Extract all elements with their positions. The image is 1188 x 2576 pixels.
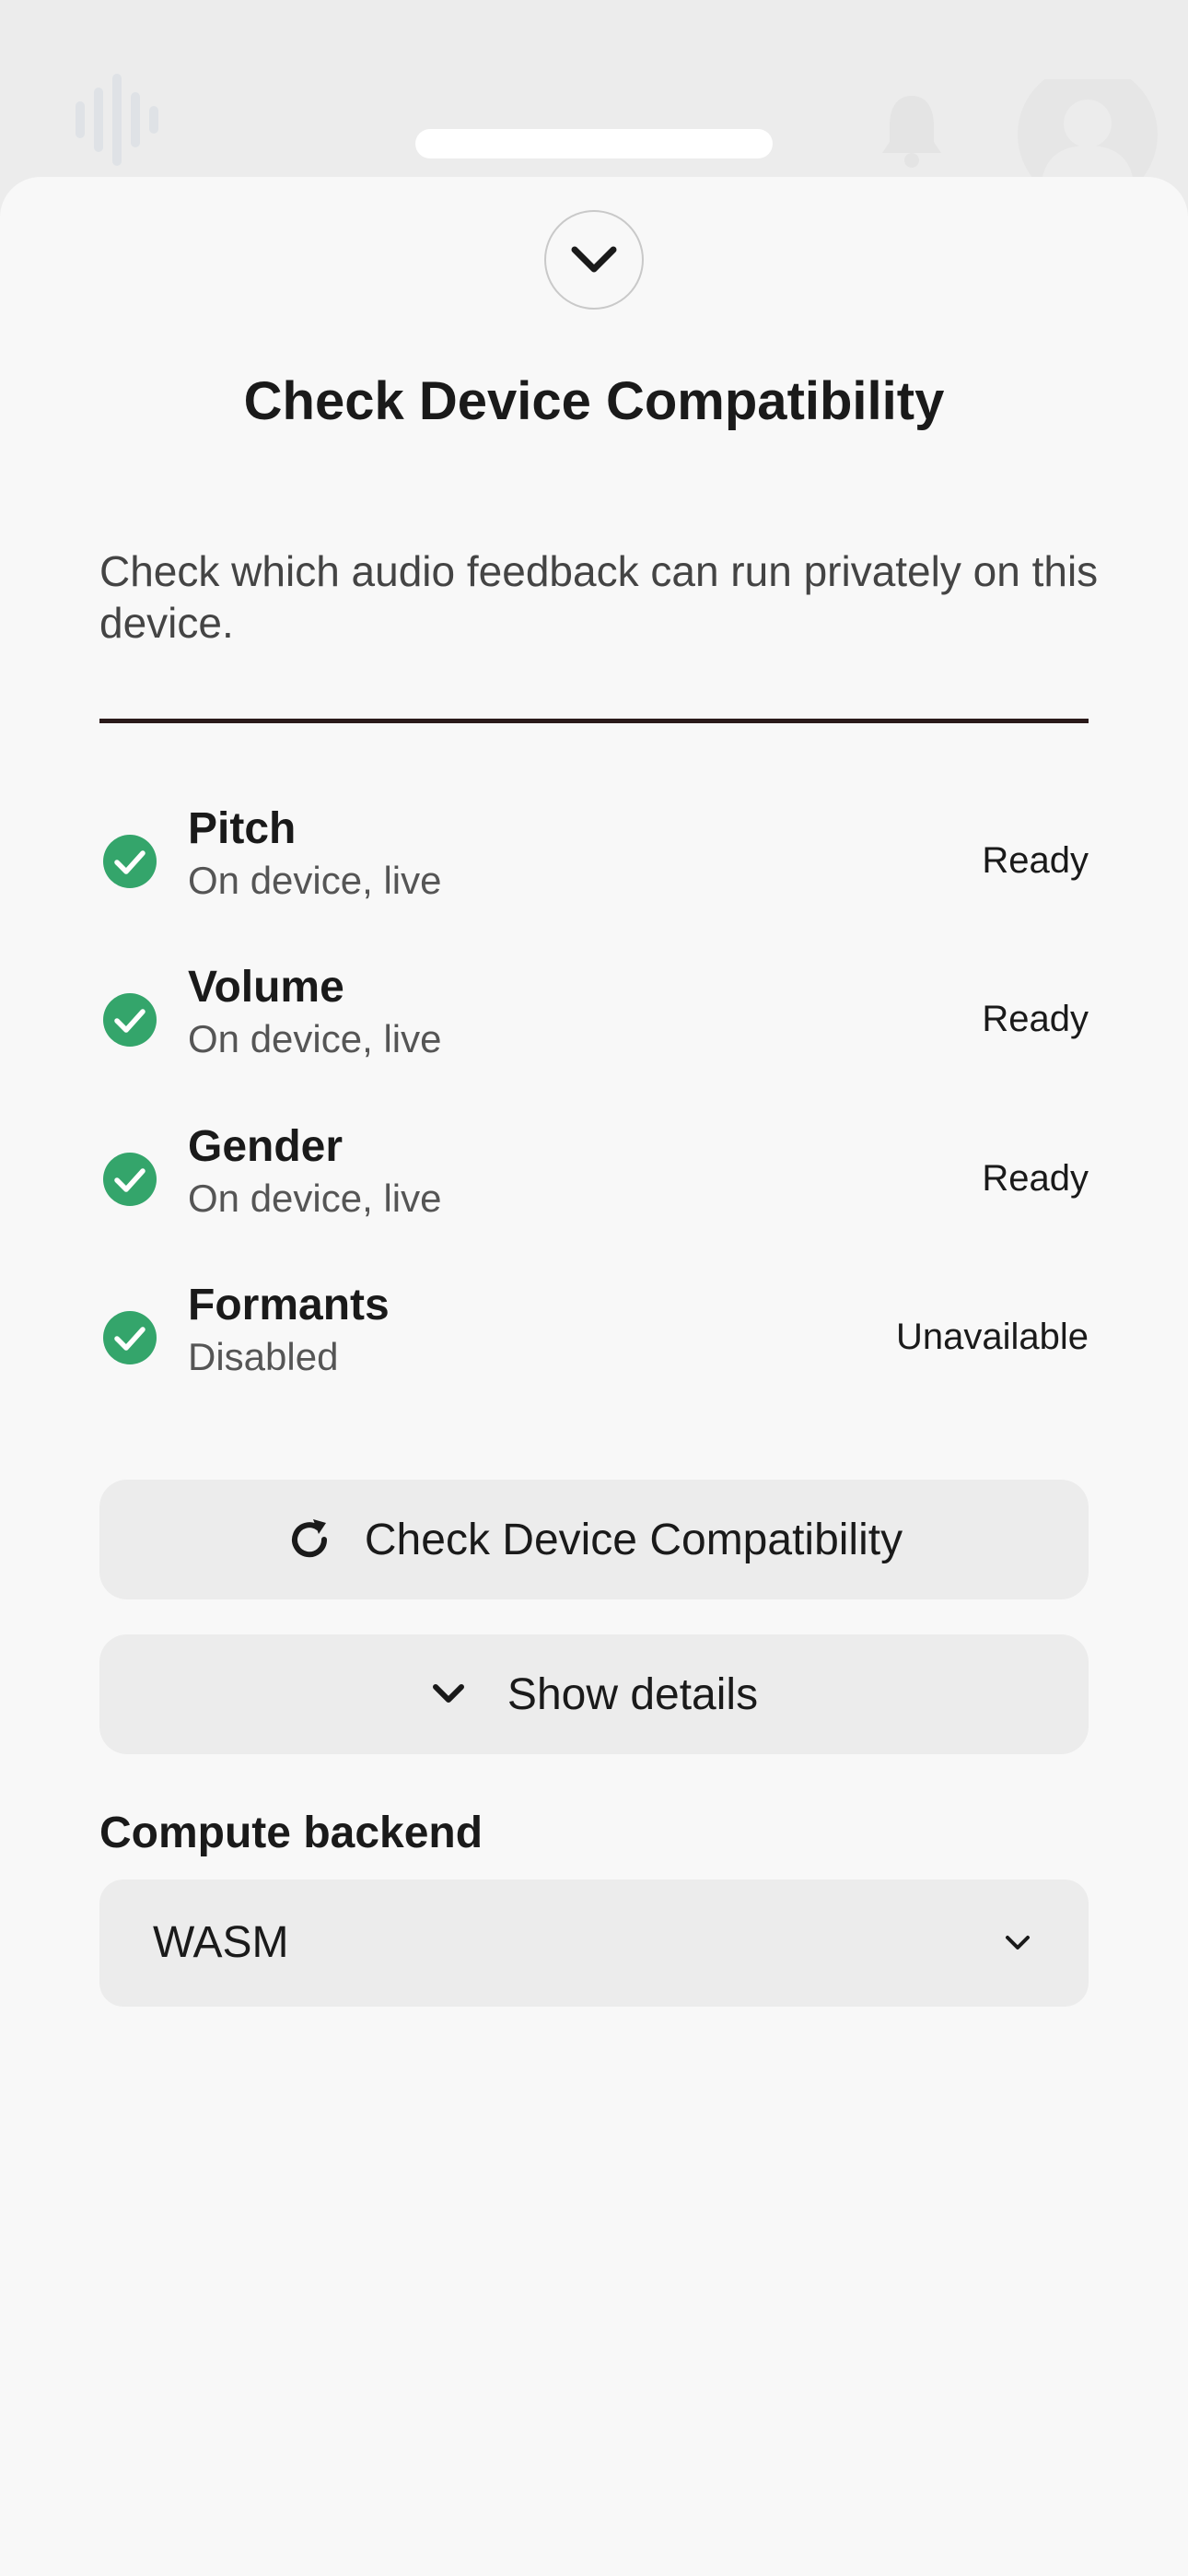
feature-name: Volume [188,963,344,1012]
feature-row-pitch: Pitch On device, live Ready [99,802,1089,921]
feature-row-formants: Formants Disabled Unavailable [99,1278,1089,1398]
check-circle-icon [103,835,157,888]
feature-status: Ready [982,840,1089,881]
show-details-button[interactable]: Show details [99,1634,1089,1754]
app-logo-icon [76,74,158,166]
page-title: Check Device Compatibility [243,371,945,431]
feature-name: Pitch [188,804,297,853]
feature-subtitle: On device, live [188,859,442,902]
description-text: Check which audio feedback can run priva… [99,547,1099,647]
feature-row-volume: Volume On device, live Ready [99,960,1089,1080]
feature-name: Gender [188,1122,344,1171]
compute-backend-value: WASM [153,1918,289,1967]
check-circle-icon [103,1311,157,1364]
feature-status: Ready [982,999,1089,1039]
divider [99,719,1089,723]
collapse-sheet-button[interactable] [544,210,644,310]
chevron-down-icon [571,246,617,273]
compute-backend-select[interactable]: WASM [99,1879,1089,2007]
sheet-grabber[interactable] [415,129,773,158]
compute-backend-label: Compute backend [99,1809,483,1857]
show-details-label: Show details [507,1669,759,1719]
feature-status: Unavailable [895,1317,1089,1357]
check-compatibility-label: Check Device Compatibility [364,1515,903,1564]
check-compatibility-button[interactable]: Check Device Compatibility [99,1480,1089,1599]
feature-subtitle: On device, live [188,1177,442,1220]
check-circle-icon [103,1153,157,1206]
avatar-icon [1018,79,1158,177]
feature-status: Ready [982,1158,1089,1199]
refresh-icon [291,1519,327,1558]
chevron-down-icon [432,1684,464,1703]
feature-row-gender: Gender On device, live Ready [99,1119,1089,1239]
feature-subtitle: Disabled [188,1335,339,1378]
check-circle-icon [103,993,157,1047]
feature-name: Formants [188,1281,390,1329]
bell-icon [882,96,941,168]
feature-subtitle: On device, live [188,1017,442,1060]
chevron-down-icon [1006,1936,1030,1950]
